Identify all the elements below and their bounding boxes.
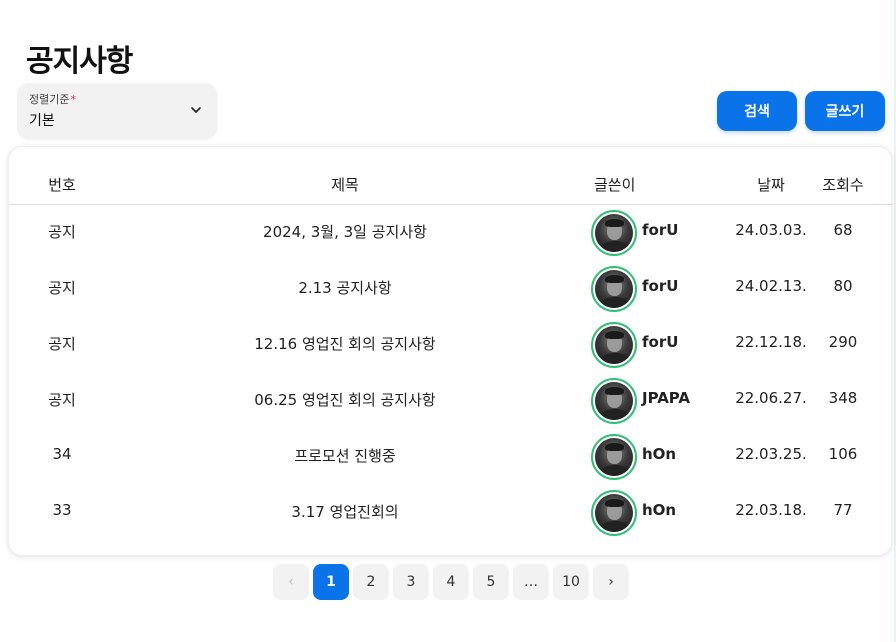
row-number: 34: [52, 445, 72, 463]
row-title-link[interactable]: 2.13 공지사항: [145, 277, 545, 298]
avatar: [591, 434, 637, 480]
row-title-link[interactable]: 3.17 영업진회의: [145, 501, 545, 522]
row-author: hOn: [642, 501, 677, 519]
avatar: [591, 490, 637, 536]
write-button[interactable]: 글쓰기: [805, 91, 885, 131]
page-ellipsis: …: [513, 564, 549, 600]
row-views: 68: [833, 221, 853, 239]
row-views: 77: [833, 501, 853, 519]
table-row[interactable]: 공지 06.25 영업진 회의 공지사항 JPAPA 22.06.27. 348: [9, 373, 893, 429]
prev-page-button[interactable]: ‹: [273, 564, 309, 600]
row-date: 22.03.25.: [735, 445, 807, 463]
row-title-link[interactable]: 12.16 영업진 회의 공지사항: [145, 333, 545, 354]
row-number: 공지: [48, 279, 76, 297]
column-header-title: 제목: [331, 176, 359, 194]
column-header-author: 글쓴이: [594, 176, 636, 194]
row-views: 290: [828, 333, 858, 351]
table-row[interactable]: 공지 2.13 공지사항 forU 24.02.13. 80: [9, 261, 893, 317]
avatar: [591, 322, 637, 368]
row-views: 80: [833, 277, 853, 295]
column-header-no: 번호: [48, 176, 76, 194]
row-title-link[interactable]: 06.25 영업진 회의 공지사항: [145, 389, 545, 410]
row-number: 공지: [48, 223, 76, 241]
page-button-1[interactable]: 1: [313, 564, 349, 600]
sort-label: 정렬기준*: [29, 91, 76, 107]
page-button-5[interactable]: 5: [473, 564, 509, 600]
required-mark: *: [70, 93, 76, 106]
row-author: forU: [642, 333, 679, 351]
row-author: hOn: [642, 445, 677, 463]
table-row[interactable]: 33 3.17 영업진회의 hOn 22.03.18. 77: [9, 485, 893, 541]
row-number: 공지: [48, 335, 76, 353]
row-number: 공지: [48, 391, 76, 409]
row-author: forU: [642, 221, 679, 239]
row-views: 106: [828, 445, 858, 463]
search-button[interactable]: 검색: [717, 91, 797, 131]
row-number: 33: [52, 501, 72, 519]
row-title-link[interactable]: 2024, 3월, 3일 공지사항: [145, 221, 545, 242]
next-page-button[interactable]: ›: [593, 564, 629, 600]
table-row[interactable]: 34 프로모션 진행중 hOn 22.03.25. 106: [9, 429, 893, 485]
table-header: 번호 제목 글쓴이 날짜 조회수: [9, 147, 893, 205]
row-date: 22.03.18.: [735, 501, 807, 519]
avatar: [591, 378, 637, 424]
column-header-date: 날짜: [757, 176, 785, 194]
avatar: [591, 210, 637, 256]
row-date: 24.02.13.: [735, 277, 807, 295]
column-header-views: 조회수: [822, 176, 864, 194]
row-author: forU: [642, 277, 679, 295]
sort-select[interactable]: 정렬기준* 기본: [17, 83, 217, 139]
avatar: [591, 266, 637, 312]
table-row[interactable]: 공지 12.16 영업진 회의 공지사항 forU 22.12.18. 290: [9, 317, 893, 373]
page-button-2[interactable]: 2: [353, 564, 389, 600]
row-date: 22.12.18.: [735, 333, 807, 351]
chevron-down-icon: [191, 107, 201, 113]
row-title-link[interactable]: 프로모션 진행중: [145, 445, 545, 466]
row-date: 24.03.03.: [735, 221, 807, 239]
row-author: JPAPA: [642, 389, 691, 407]
table-row[interactable]: 공지 2024, 3월, 3일 공지사항 forU 24.03.03. 68: [9, 205, 893, 261]
row-views: 348: [828, 389, 858, 407]
page-title: 공지사항: [26, 44, 133, 79]
sort-value: 기본: [29, 113, 55, 129]
row-date: 22.06.27.: [735, 389, 807, 407]
sort-label-text: 정렬기준: [29, 93, 70, 106]
page-button-4[interactable]: 4: [433, 564, 469, 600]
page-button-10[interactable]: 10: [553, 564, 589, 600]
notice-table: 번호 제목 글쓴이 날짜 조회수 공지 2024, 3월, 3일 공지사항 forU…: [8, 146, 893, 556]
page-button-3[interactable]: 3: [393, 564, 429, 600]
